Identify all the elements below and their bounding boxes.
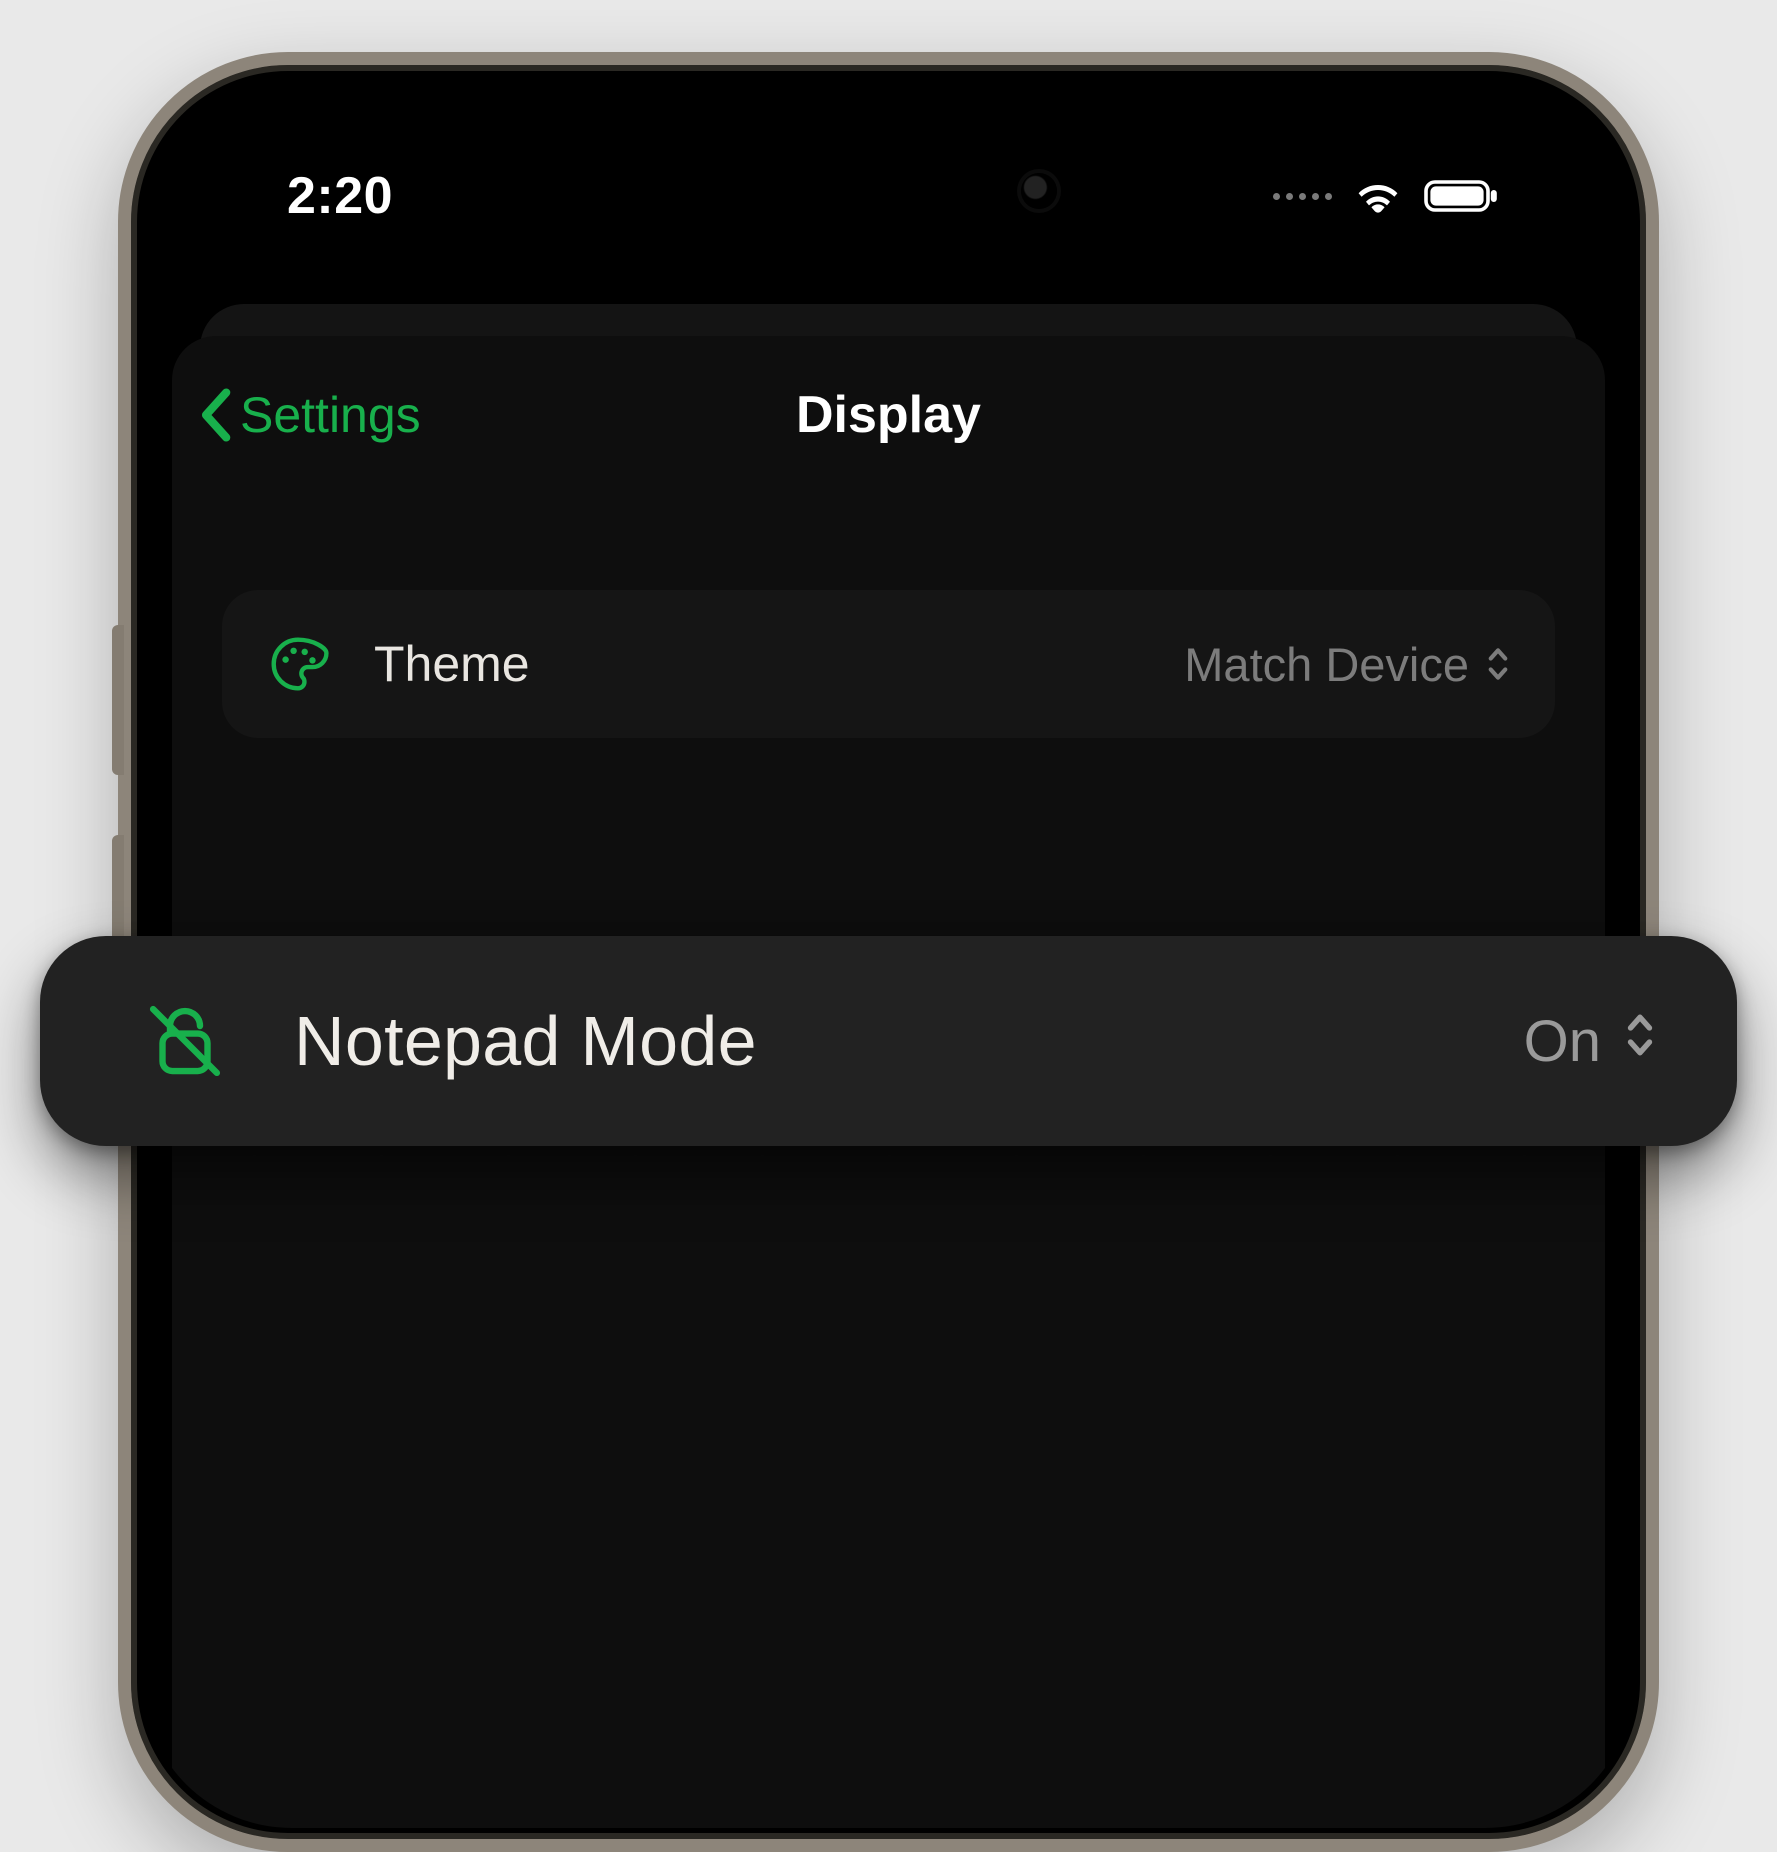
palette-icon <box>266 633 330 695</box>
status-bar: 2:20 <box>142 156 1635 236</box>
chevron-up-down-icon <box>1623 1008 1657 1075</box>
status-icons <box>1273 178 1500 214</box>
status-time: 2:20 <box>287 166 393 226</box>
volume-up-button <box>112 625 124 775</box>
notepad-mode-value: On <box>1524 1008 1657 1075</box>
notepad-mode-value-text: On <box>1524 1008 1601 1075</box>
theme-row[interactable]: Theme Match Device <box>222 590 1555 738</box>
battery-icon <box>1424 178 1500 214</box>
lock-slash-icon <box>140 993 230 1089</box>
notepad-mode-row[interactable]: Notepad Mode On <box>40 936 1737 1146</box>
back-button[interactable]: Settings <box>198 386 421 444</box>
notepad-mode-label: Notepad Mode <box>294 1001 1460 1081</box>
back-label: Settings <box>240 386 421 444</box>
nav-bar: Settings Display <box>172 360 1605 470</box>
chevron-up-down-icon <box>1485 644 1511 684</box>
cellular-dots-icon <box>1273 193 1332 200</box>
wifi-icon <box>1354 178 1402 214</box>
theme-label: Theme <box>374 635 1140 693</box>
theme-value: Match Device <box>1184 637 1511 692</box>
theme-value-text: Match Device <box>1184 637 1469 692</box>
chevron-left-icon <box>198 388 232 442</box>
